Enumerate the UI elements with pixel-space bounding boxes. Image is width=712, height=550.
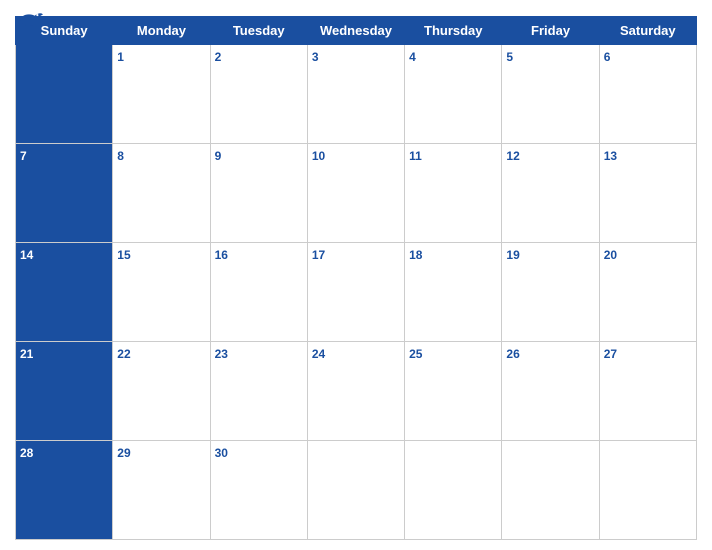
calendar-container: SundayMondayTuesdayWednesdayThursdayFrid… xyxy=(0,0,712,550)
calendar-cell: 6 xyxy=(599,45,696,144)
calendar-cell: 2 xyxy=(210,45,307,144)
day-number: 10 xyxy=(312,149,325,163)
calendar-cell: 14 xyxy=(16,243,113,342)
day-number: 27 xyxy=(604,347,617,361)
calendar-cell: 11 xyxy=(405,144,502,243)
day-number: 30 xyxy=(215,446,228,460)
calendar-body: 1234567891011121314151617181920212223242… xyxy=(16,45,697,540)
day-number: 16 xyxy=(215,248,228,262)
weekday-header: Thursday xyxy=(405,17,502,45)
calendar-cell: 27 xyxy=(599,342,696,441)
calendar-cell: 23 xyxy=(210,342,307,441)
calendar-cell: 17 xyxy=(307,243,404,342)
calendar-cell: 8 xyxy=(113,144,210,243)
calendar-week-row: 7 8 9 10 11 12 13 xyxy=(16,144,697,243)
day-number: 4 xyxy=(409,50,416,64)
calendar-cell: 3 xyxy=(307,45,404,144)
day-number: 25 xyxy=(409,347,422,361)
day-number: 28 xyxy=(20,446,33,460)
calendar-cell xyxy=(16,45,113,144)
calendar-cell: 24 xyxy=(307,342,404,441)
logo xyxy=(15,10,43,30)
logo-bird-icon xyxy=(15,10,43,30)
calendar-cell: 15 xyxy=(113,243,210,342)
calendar-cell: 22 xyxy=(113,342,210,441)
calendar-cell: 10 xyxy=(307,144,404,243)
day-number: 14 xyxy=(20,248,33,262)
calendar-cell: 21 xyxy=(16,342,113,441)
weekday-header: Wednesday xyxy=(307,17,404,45)
calendar-cell xyxy=(599,441,696,540)
day-number: 22 xyxy=(117,347,130,361)
day-number: 6 xyxy=(604,50,611,64)
weekday-header: Monday xyxy=(113,17,210,45)
calendar-cell: 9 xyxy=(210,144,307,243)
day-number: 23 xyxy=(215,347,228,361)
day-number: 29 xyxy=(117,446,130,460)
day-number: 13 xyxy=(604,149,617,163)
day-number: 8 xyxy=(117,149,124,163)
day-number: 18 xyxy=(409,248,422,262)
day-number: 19 xyxy=(506,248,519,262)
calendar-cell xyxy=(307,441,404,540)
calendar-cell xyxy=(502,441,599,540)
day-number: 3 xyxy=(312,50,319,64)
calendar-cell: 12 xyxy=(502,144,599,243)
day-number: 12 xyxy=(506,149,519,163)
calendar-cell: 16 xyxy=(210,243,307,342)
calendar-cell: 13 xyxy=(599,144,696,243)
weekday-header: Friday xyxy=(502,17,599,45)
calendar-cell: 30 xyxy=(210,441,307,540)
calendar-cell: 5 xyxy=(502,45,599,144)
calendar-cell: 29 xyxy=(113,441,210,540)
day-number: 20 xyxy=(604,248,617,262)
day-number: 2 xyxy=(215,50,222,64)
calendar-cell: 20 xyxy=(599,243,696,342)
calendar-cell: 18 xyxy=(405,243,502,342)
calendar-cell: 4 xyxy=(405,45,502,144)
calendar-table: SundayMondayTuesdayWednesdayThursdayFrid… xyxy=(15,16,697,540)
calendar-cell: 25 xyxy=(405,342,502,441)
day-number: 26 xyxy=(506,347,519,361)
day-number: 11 xyxy=(409,149,422,163)
calendar-cell: 28 xyxy=(16,441,113,540)
day-number: 21 xyxy=(20,347,33,361)
calendar-cell: 1 xyxy=(113,45,210,144)
calendar-week-row: 28 29 30 xyxy=(16,441,697,540)
day-number: 17 xyxy=(312,248,325,262)
weekday-header: Saturday xyxy=(599,17,696,45)
day-number: 9 xyxy=(215,149,222,163)
calendar-cell: 26 xyxy=(502,342,599,441)
day-number: 5 xyxy=(506,50,513,64)
calendar-week-row: 21 22 23 24 25 26 27 xyxy=(16,342,697,441)
day-number: 24 xyxy=(312,347,325,361)
day-number: 1 xyxy=(117,50,124,64)
weekday-header: Tuesday xyxy=(210,17,307,45)
calendar-cell: 19 xyxy=(502,243,599,342)
calendar-header-row: SundayMondayTuesdayWednesdayThursdayFrid… xyxy=(16,17,697,45)
calendar-cell xyxy=(405,441,502,540)
calendar-week-row: 14 15 16 17 18 19 20 xyxy=(16,243,697,342)
day-number: 15 xyxy=(117,248,130,262)
day-number: 7 xyxy=(20,149,27,163)
calendar-week-row: 1 2 3 4 5 6 xyxy=(16,45,697,144)
calendar-cell: 7 xyxy=(16,144,113,243)
